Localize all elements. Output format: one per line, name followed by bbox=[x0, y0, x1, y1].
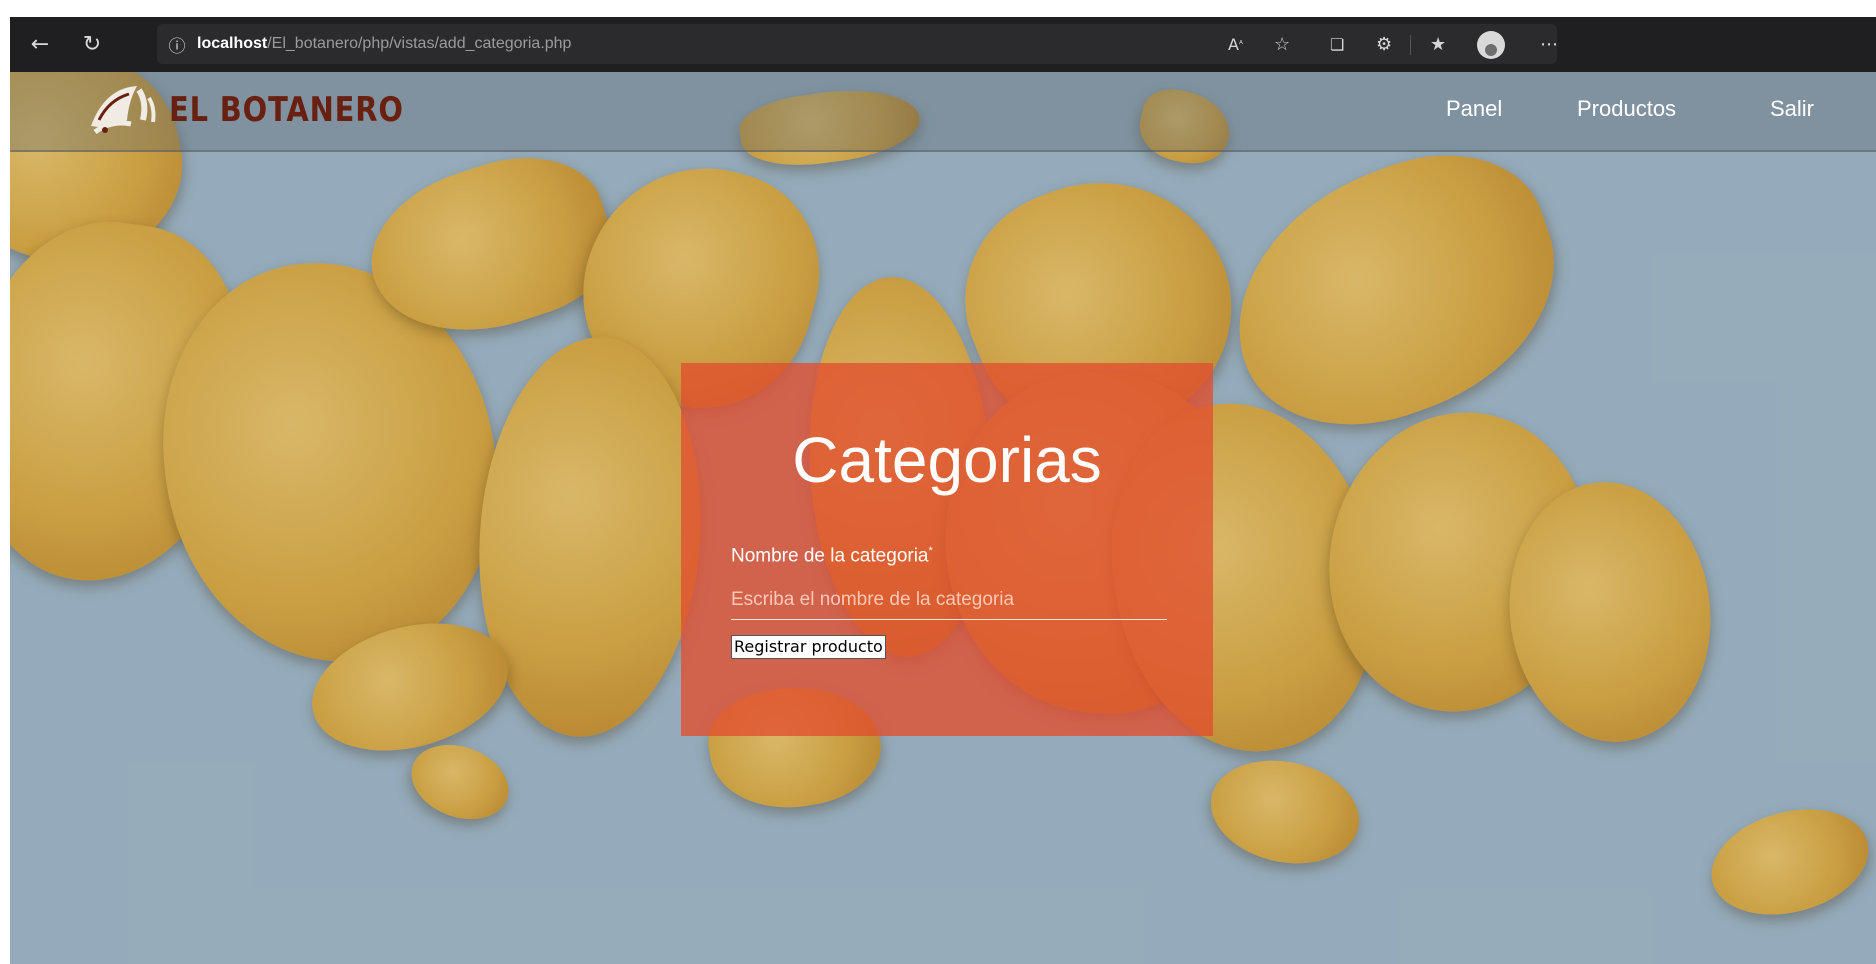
browser-window: ← ↻ ⓘ localhost/El_botanero/php/vistas/a… bbox=[10, 17, 1876, 964]
browser-toolbar: ← ↻ ⓘ localhost/El_botanero/php/vistas/a… bbox=[10, 17, 1876, 72]
read-aloud-icon[interactable]: Aᴬ bbox=[1228, 17, 1243, 72]
favorites-icon[interactable]: ★ bbox=[1430, 17, 1446, 72]
address-bar[interactable]: ⓘ localhost/El_botanero/php/vistas/add_c… bbox=[157, 24, 1557, 64]
profile-icon[interactable] bbox=[1477, 17, 1505, 72]
category-form-panel: Categorias Nombre de la categoria* Regis… bbox=[681, 363, 1213, 736]
nav-link-productos[interactable]: Productos bbox=[1577, 96, 1676, 122]
brand[interactable]: EL BOTANERO bbox=[85, 80, 445, 140]
add-favorite-icon[interactable]: ☆ bbox=[1274, 17, 1290, 72]
category-name-label-text: Nombre de la categoria bbox=[731, 545, 929, 567]
brand-name: EL BOTANERO bbox=[169, 90, 404, 130]
page-title: Categorias bbox=[792, 424, 1102, 496]
nav-link-panel[interactable]: Panel bbox=[1446, 96, 1502, 122]
toolbar-divider bbox=[1410, 35, 1411, 55]
chips-logo-icon bbox=[91, 86, 156, 135]
tab-actions-icon[interactable]: ❏ bbox=[1330, 17, 1344, 72]
category-name-label: Nombre de la categoria* bbox=[731, 545, 933, 567]
refresh-icon[interactable]: ↻ bbox=[72, 17, 112, 72]
submit-button[interactable]: Registrar producto bbox=[731, 635, 886, 659]
url-path: /El_botanero/php/vistas/add_categoria.ph… bbox=[267, 35, 572, 52]
extensions-icon[interactable]: ⚙ bbox=[1376, 17, 1392, 72]
page-content: EL BOTANERO Panel Productos Salir Catego… bbox=[10, 72, 1876, 964]
back-arrow-icon[interactable]: ← bbox=[20, 17, 60, 72]
site-navbar: EL BOTANERO Panel Productos Salir bbox=[10, 72, 1876, 152]
more-icon[interactable]: ⋯ bbox=[1540, 17, 1558, 72]
nav-link-salir[interactable]: Salir bbox=[1770, 96, 1814, 122]
required-mark: * bbox=[928, 545, 933, 557]
url-host: localhost bbox=[197, 35, 268, 52]
info-icon[interactable]: ⓘ bbox=[157, 32, 197, 57]
category-name-input[interactable] bbox=[731, 581, 1167, 620]
